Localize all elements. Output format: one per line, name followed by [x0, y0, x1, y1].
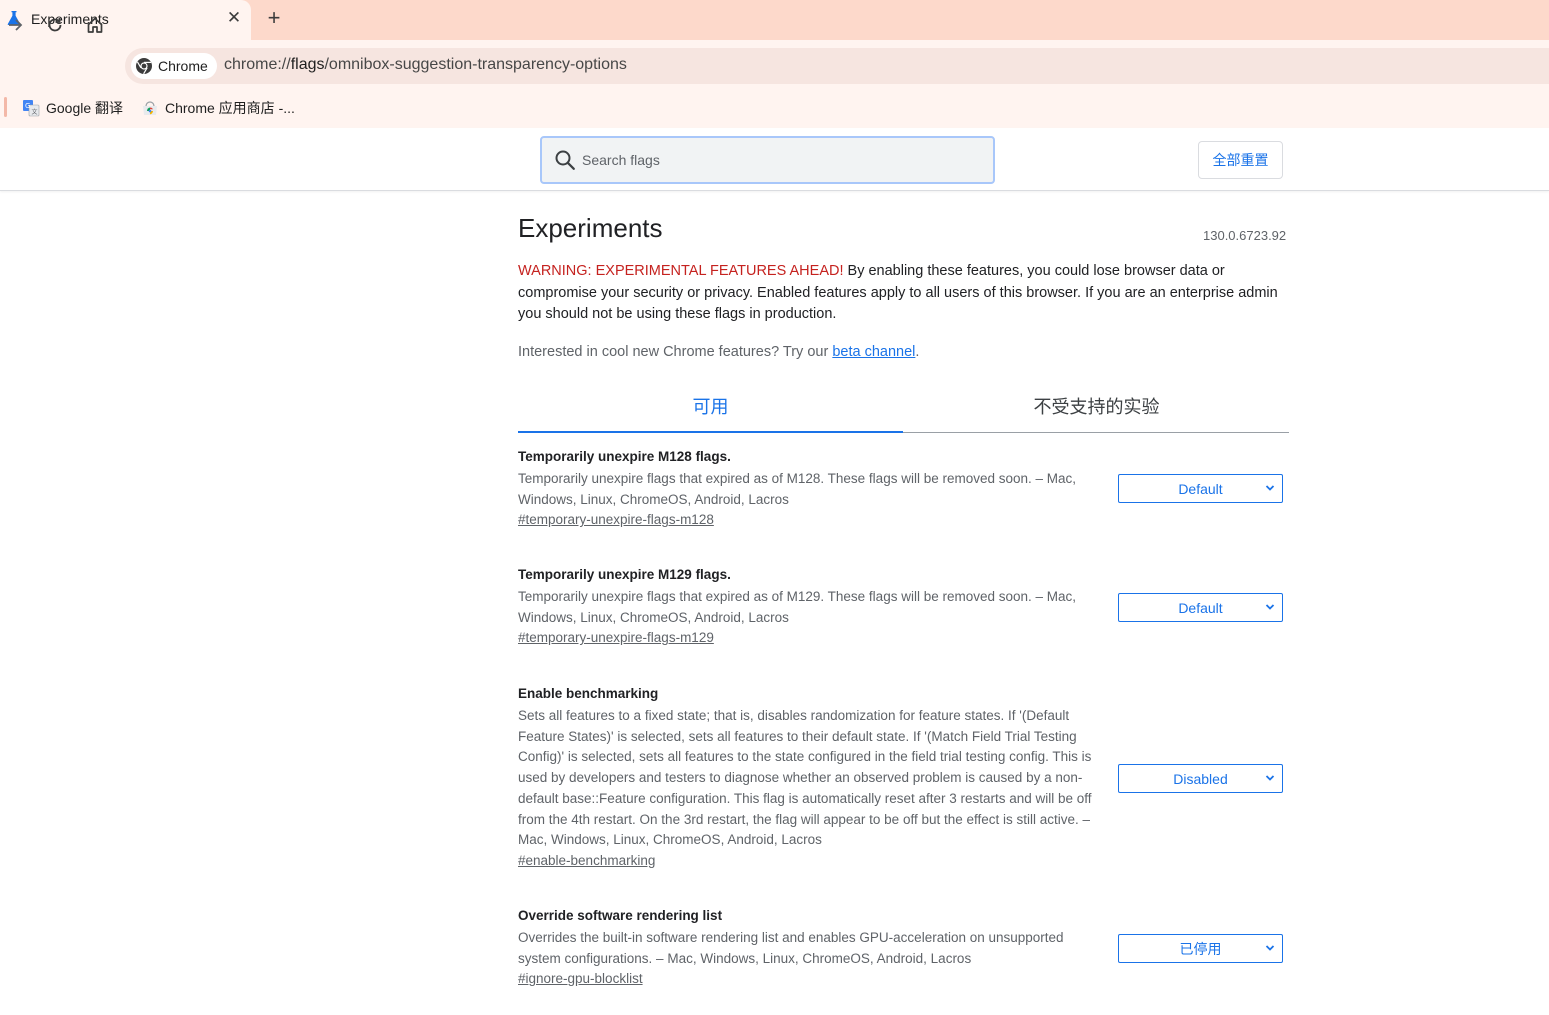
flag-select[interactable]: 已停用 — [1118, 934, 1283, 963]
url-path: /omnibox-suggestion-transparency-options — [324, 56, 627, 73]
flag-select[interactable]: Disabled — [1118, 764, 1283, 793]
flag-item: Override software rendering list Overrid… — [518, 906, 1289, 988]
tab-available[interactable]: 可用 — [518, 390, 903, 433]
flag-permalink[interactable]: #temporary-unexpire-flags-m128 — [518, 512, 714, 527]
chrome-logo-icon — [136, 58, 152, 75]
site-chip-label: Chrome — [158, 58, 208, 74]
reload-icon — [48, 18, 62, 32]
new-tab-button[interactable]: + — [262, 6, 286, 30]
site-chip[interactable]: Chrome — [131, 53, 217, 79]
forward-arrow-icon — [9, 19, 23, 31]
bookmark-google-translate[interactable]: G文 Google 翻译 — [22, 98, 123, 118]
svg-text:G: G — [25, 102, 30, 110]
flag-permalink[interactable]: #ignore-gpu-blocklist — [518, 971, 643, 986]
page-title: Experiments — [518, 213, 663, 243]
flag-select-value: Default — [1178, 599, 1223, 616]
chrome-web-store-icon — [143, 101, 157, 115]
beta-channel-note: Interested in cool new Chrome features? … — [518, 344, 919, 360]
flag-description: Overrides the built-in software renderin… — [518, 930, 1064, 966]
flag-name: Temporarily unexpire M128 flags. — [518, 449, 731, 464]
flag-select[interactable]: Default — [1118, 474, 1283, 503]
flag-name: Enable benchmarking — [518, 686, 659, 701]
flag-select[interactable]: Default — [1118, 593, 1283, 622]
flag-select-value: 已停用 — [1179, 940, 1222, 957]
reset-all-button[interactable]: 全部重置 — [1198, 141, 1283, 179]
google-translate-icon: G文 — [23, 100, 40, 117]
tab-experiments[interactable]: Experiments ✕ — [0, 0, 251, 40]
flag-select-value: Default — [1178, 480, 1223, 497]
close-icon[interactable]: ✕ — [224, 8, 244, 28]
bookmark-chrome-web-store[interactable]: Chrome 应用商店 -... — [141, 98, 295, 118]
flag-item: Temporarily unexpire M129 flags. Tempora… — [518, 565, 1289, 647]
flag-description: Temporarily unexpire flags that expired … — [518, 471, 1077, 507]
version-label: 130.0.6723.92 — [1203, 228, 1287, 243]
flag-description: Sets all features to a fixed state; that… — [518, 708, 1092, 848]
flag-item: Temporarily unexpire M128 flags. Tempora… — [518, 447, 1289, 529]
tab-unavailable[interactable]: 不受支持的实验 — [904, 390, 1289, 432]
chevron-down-icon — [1265, 945, 1275, 951]
url-scheme: chrome:// — [224, 56, 291, 73]
bookmarks-bar-edge — [4, 97, 7, 117]
chevron-down-icon — [1265, 775, 1275, 781]
flag-name: Temporarily unexpire M129 flags. — [518, 567, 731, 582]
flag-item: Enable benchmarking Sets all features to… — [518, 684, 1289, 870]
svg-text:文: 文 — [32, 108, 38, 116]
flag-select-value: Disabled — [1173, 770, 1228, 787]
flag-permalink[interactable]: #temporary-unexpire-flags-m129 — [518, 630, 714, 645]
home-button[interactable] — [83, 13, 107, 37]
beta-channel-link[interactable]: beta channel — [832, 344, 915, 360]
chevron-down-icon — [1265, 485, 1275, 491]
search-input[interactable] — [582, 148, 982, 172]
warning-prefix: WARNING: EXPERIMENTAL FEATURES AHEAD! — [518, 263, 844, 279]
beta-channel-text: Interested in cool new Chrome features? … — [518, 344, 833, 360]
warning-message: WARNING: EXPERIMENTAL FEATURES AHEAD! By… — [518, 261, 1288, 326]
bookmark-label: Google 翻译 — [46, 100, 124, 116]
beta-channel-suffix: . — [915, 344, 920, 360]
url-host: flags — [290, 56, 325, 73]
chevron-down-icon — [1265, 604, 1275, 610]
flag-permalink[interactable]: #enable-benchmarking — [518, 853, 655, 868]
search-icon — [555, 150, 575, 170]
flags-tabs: 可用 不受支持的实验 — [518, 390, 1289, 433]
bookmark-label: Chrome 应用商店 -... — [165, 100, 295, 116]
forward-button[interactable] — [4, 13, 28, 37]
url-text[interactable]: chrome://flags/omnibox-suggestion-transp… — [224, 56, 627, 74]
flag-name: Override software rendering list — [518, 908, 723, 923]
reload-button[interactable] — [43, 13, 67, 37]
home-icon — [87, 17, 103, 33]
flag-description: Temporarily unexpire flags that expired … — [518, 589, 1077, 625]
